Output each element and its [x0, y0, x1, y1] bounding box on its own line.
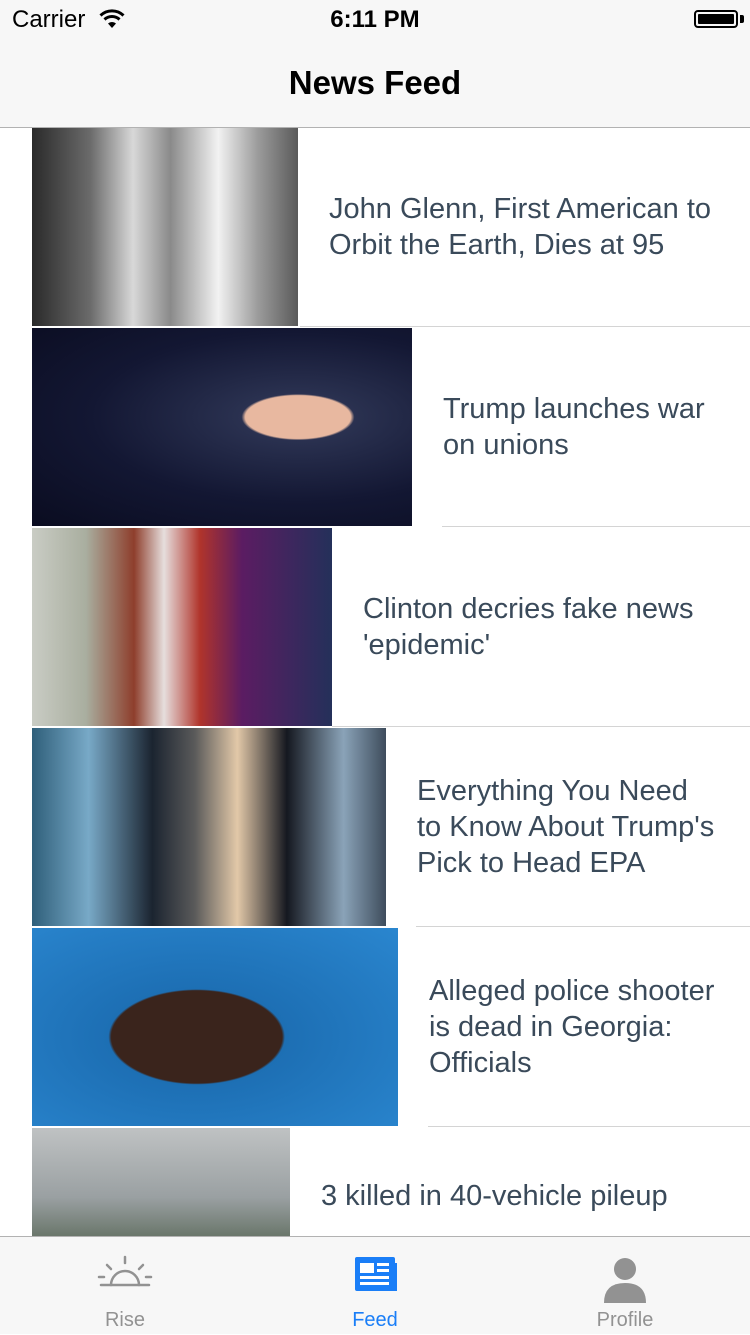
headline: Alleged police shooter is dead in Georgi… — [429, 975, 715, 1079]
epa-pick-photo — [32, 728, 386, 926]
sunrise-icon — [95, 1247, 155, 1305]
feed-item-trump-unions[interactable]: Trump launches war on unions — [0, 328, 750, 528]
tab-label: Rise — [104, 1309, 145, 1331]
news-feed-list[interactable]: John Glenn, First American to Orbit the … — [0, 128, 750, 1236]
highway-pileup-photo — [32, 1128, 290, 1236]
row-separator — [300, 326, 750, 327]
row-separator — [416, 926, 750, 927]
feed-item-epa[interactable]: Everything You Need to Know About Trump'… — [0, 728, 750, 928]
newspaper-icon — [345, 1247, 405, 1305]
trump-speech-photo — [32, 328, 412, 526]
headline: Trump launches war on unions — [443, 393, 705, 461]
tab-feed[interactable]: Feed — [250, 1237, 500, 1335]
battery-level — [698, 14, 734, 24]
headline: 3 killed in 40-vehicle pileup — [321, 1180, 668, 1212]
tab-label: Feed — [352, 1309, 398, 1331]
headline: John Glenn, First American to Orbit the … — [329, 193, 711, 261]
headline: Everything You Need to Know About Trump'… — [417, 775, 715, 879]
tab-rise[interactable]: Rise — [0, 1237, 250, 1335]
row-separator — [332, 726, 750, 727]
page-title: News Feed — [288, 64, 462, 101]
navigation-bar: News Feed — [0, 40, 750, 128]
tab-bar: Rise Feed Profile — [0, 1236, 750, 1334]
headline: Clinton decries fake news 'epidemic' — [363, 593, 694, 661]
battery-tip — [740, 15, 744, 23]
row-separator — [442, 526, 750, 527]
feed-item-pileup[interactable]: 3 killed in 40-vehicle pileup — [0, 1128, 750, 1236]
clock: 6:11 PM — [330, 6, 420, 33]
tab-label: Profile — [596, 1309, 654, 1331]
person-icon — [595, 1247, 655, 1305]
feed-item-glenn[interactable]: John Glenn, First American to Orbit the … — [0, 128, 750, 328]
tab-profile[interactable]: Profile — [500, 1237, 750, 1335]
status-bar: Carrier 6:11 PM — [0, 0, 750, 40]
feed-item-clinton[interactable]: Clinton decries fake news 'epidemic' — [0, 528, 750, 728]
suspect-mugshot-photo — [32, 928, 398, 1126]
clinton-podium-photo — [32, 528, 332, 726]
feed-item-police[interactable]: Alleged police shooter is dead in Georgi… — [0, 928, 750, 1128]
battery-icon — [694, 10, 738, 28]
row-separator — [428, 1126, 750, 1127]
john-glenn-photo — [32, 128, 298, 326]
